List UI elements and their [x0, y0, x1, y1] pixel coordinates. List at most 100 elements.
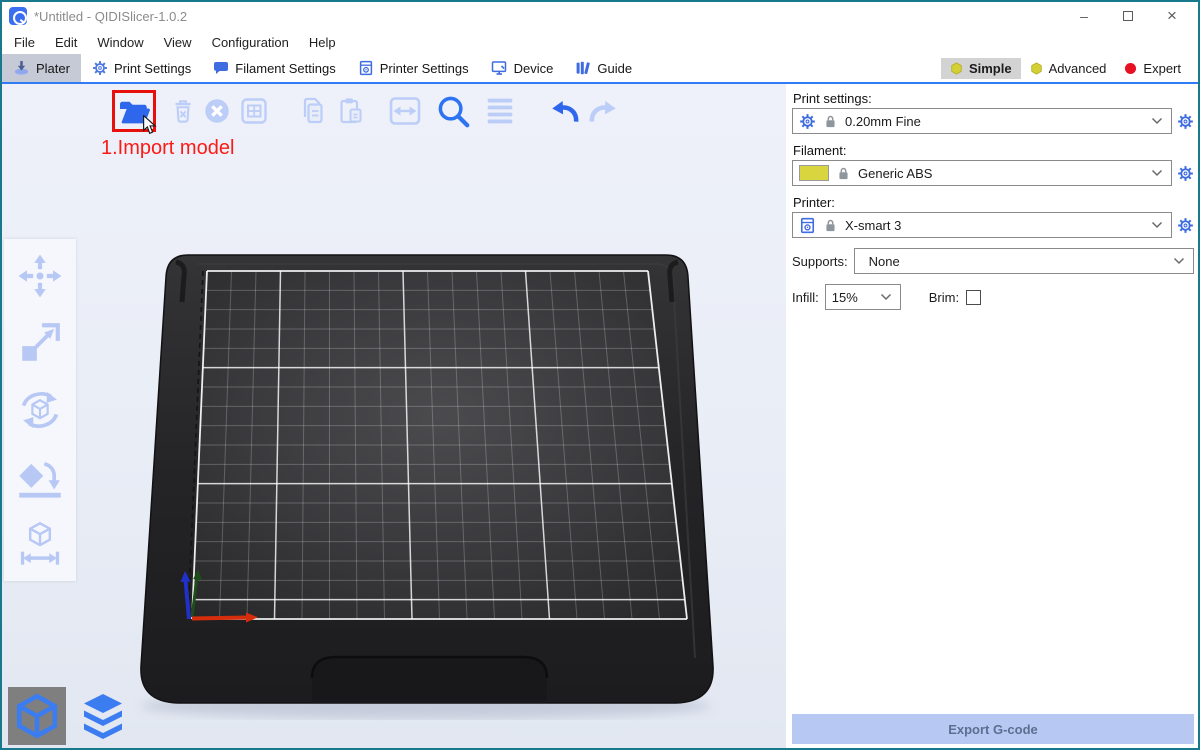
layers-list-button[interactable]: [481, 90, 519, 132]
editor-view-button[interactable]: [8, 687, 66, 745]
maximize-icon: [1123, 11, 1133, 21]
3d-viewport[interactable]: 1.Import model: [2, 84, 786, 748]
mode-expert[interactable]: Expert: [1115, 58, 1190, 79]
supports-value: None: [861, 254, 1166, 269]
window-title: *Untitled - QIDISlicer-1.0.2: [34, 9, 187, 24]
preview-view-button[interactable]: [74, 687, 132, 745]
tab-print-settings[interactable]: Print Settings: [81, 54, 202, 82]
import-model-annotation: 1.Import model: [101, 137, 234, 160]
print-settings-dropdown[interactable]: 0.20mm Fine: [792, 108, 1172, 134]
close-button[interactable]: ×: [1150, 3, 1194, 29]
menu-window[interactable]: Window: [87, 35, 153, 50]
supports-dropdown[interactable]: None: [854, 248, 1194, 274]
filament-gear-button[interactable]: [1177, 165, 1194, 182]
move-tool-button[interactable]: [17, 251, 63, 301]
infill-value: 15%: [832, 290, 873, 305]
tab-label: Printer Settings: [380, 61, 469, 76]
guide-books-icon: [575, 60, 591, 76]
delete-all-button[interactable]: [202, 90, 232, 132]
menu-file[interactable]: File: [4, 35, 45, 50]
search-button[interactable]: [434, 90, 472, 132]
printer-label: Printer:: [793, 195, 1194, 210]
tab-plater[interactable]: Plater: [2, 54, 81, 82]
print-settings-gear-button[interactable]: [1177, 113, 1194, 130]
brim-checkbox[interactable]: [966, 290, 981, 305]
search-icon: [434, 92, 472, 130]
undo-button[interactable]: [547, 90, 583, 132]
arrange-button[interactable]: [238, 90, 270, 132]
scale-tool-button[interactable]: [17, 318, 63, 368]
filament-dropdown[interactable]: Generic ABS: [792, 160, 1172, 186]
rotate-tool-button[interactable]: [16, 385, 64, 435]
app-window: *Untitled - QIDISlicer-1.0.2 – × File Ed…: [0, 0, 1200, 750]
tab-guide[interactable]: Guide: [564, 54, 643, 82]
copy-button[interactable]: [296, 90, 328, 132]
brim-label: Brim:: [929, 290, 959, 305]
mode-label: Simple: [969, 61, 1012, 76]
menu-help[interactable]: Help: [299, 35, 346, 50]
mode-label: Advanced: [1049, 61, 1107, 76]
mode-label: Expert: [1143, 61, 1181, 76]
print-settings-value: 0.20mm Fine: [845, 114, 1144, 129]
tabbar: Plater Print Settings Filament Settings …: [2, 54, 1198, 84]
split-objects-button[interactable]: [386, 90, 424, 132]
trash-delete-icon: [168, 95, 198, 127]
menu-configuration[interactable]: Configuration: [202, 35, 299, 50]
filament-label: Filament:: [793, 143, 1194, 158]
paste-clipboard-icon: [334, 95, 366, 127]
menu-edit[interactable]: Edit: [45, 35, 87, 50]
gear-icon: [799, 113, 816, 130]
printer-icon: [358, 60, 374, 76]
printer-gear-button[interactable]: [1177, 217, 1194, 234]
print-settings-label: Print settings:: [793, 91, 1194, 106]
titlebar: *Untitled - QIDISlicer-1.0.2 – ×: [2, 2, 1198, 30]
advanced-mode-icon: [1030, 62, 1043, 75]
gizmo-toolbar: [4, 239, 76, 581]
mode-advanced[interactable]: Advanced: [1021, 58, 1116, 79]
tab-device[interactable]: Device: [480, 54, 565, 82]
plater-toolbar: [112, 89, 621, 133]
bed-handle-notch: [312, 657, 547, 703]
minimize-button[interactable]: –: [1062, 3, 1106, 29]
layers-list-icon: [481, 93, 519, 129]
infill-label: Infill:: [792, 290, 819, 305]
menubar: File Edit Window View Configuration Help: [2, 30, 1198, 54]
menu-view[interactable]: View: [154, 35, 202, 50]
tab-label: Guide: [597, 61, 632, 76]
app-logo-icon: [9, 7, 27, 25]
gear-icon: [92, 60, 108, 76]
mode-simple[interactable]: Simple: [941, 58, 1021, 79]
measure-tool-button[interactable]: [16, 519, 64, 569]
tab-printer-settings[interactable]: Printer Settings: [347, 54, 480, 82]
mouse-cursor-icon: [142, 115, 157, 135]
move-icon: [17, 253, 63, 299]
expert-mode-icon: [1124, 62, 1137, 75]
printer-value: X-smart 3: [845, 218, 1144, 233]
delete-button[interactable]: [168, 90, 198, 132]
infill-dropdown[interactable]: 15%: [825, 284, 901, 310]
copy-icon: [296, 95, 328, 127]
close-icon: ×: [1167, 6, 1177, 26]
export-gcode-button[interactable]: Export G-code: [792, 714, 1194, 744]
redo-button[interactable]: [585, 90, 621, 132]
place-on-face-tool-button[interactable]: [16, 452, 64, 502]
undo-icon: [547, 94, 583, 128]
measure-icon: [16, 518, 64, 570]
filament-bubble-icon: [213, 60, 229, 76]
tab-label: Plater: [36, 61, 70, 76]
tab-label: Device: [514, 61, 554, 76]
minimize-icon: –: [1080, 8, 1088, 24]
import-model-button[interactable]: [112, 90, 156, 132]
maximize-button[interactable]: [1106, 3, 1150, 29]
tab-filament-settings[interactable]: Filament Settings: [202, 54, 346, 82]
view-switch: [8, 687, 132, 745]
lock-icon: [823, 114, 838, 129]
chevron-down-icon: [1173, 257, 1185, 265]
printer-dropdown[interactable]: X-smart 3: [792, 212, 1172, 238]
simple-mode-icon: [950, 62, 963, 75]
device-monitor-icon: [491, 60, 508, 76]
filament-value: Generic ABS: [858, 166, 1144, 181]
redo-icon: [585, 94, 621, 128]
place-on-face-icon: [16, 452, 64, 502]
paste-button[interactable]: [334, 90, 366, 132]
